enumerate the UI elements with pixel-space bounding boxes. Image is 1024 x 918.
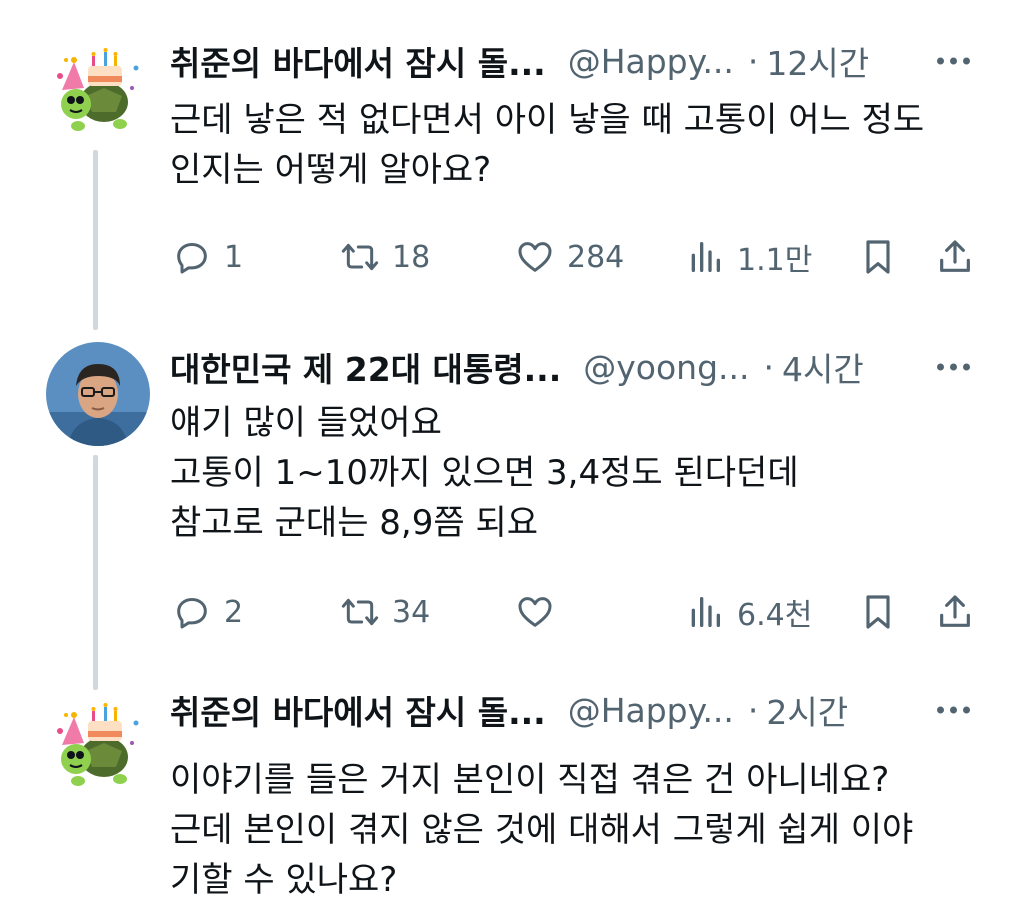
separator-dot: · (747, 41, 759, 81)
views-count: 1.1만 (737, 243, 813, 278)
separator-dot: · (747, 690, 759, 730)
reply-thread: 취준의 바다에서 잠시 돌... @Happy... · 12시간 근데 낳은 … (0, 0, 1024, 918)
thread-connector-line (93, 150, 98, 330)
tweet-text: 근데 낳은 적 없다면서 아이 낳을 때 고통이 어느 정도 인지는 어떻게 알… (170, 95, 984, 195)
like-count: 284 (567, 239, 625, 275)
timestamp[interactable]: 2시간 (766, 686, 848, 734)
like-button[interactable] (515, 587, 555, 637)
tweet-text: 이야기를 들은 거지 본인이 직접 겪은 건 아니네요? 근데 본인이 겪지 않… (170, 755, 984, 905)
timestamp[interactable]: 12시간 (766, 37, 869, 85)
reply-count: 2 (224, 594, 244, 630)
tweet-3[interactable]: 취준의 바다에서 잠시 돌... @Happy... · 2시간 이야기를 들은… (0, 685, 1024, 918)
bookmark-button[interactable] (858, 232, 898, 282)
retweet-arrows-icon (341, 598, 379, 626)
user-handle[interactable]: @yoong... (583, 348, 749, 387)
avatar[interactable] (46, 38, 150, 142)
like-button[interactable]: 284 (515, 232, 624, 282)
share-button[interactable] (935, 232, 975, 282)
bookmark-icon (866, 240, 890, 274)
tweet-2[interactable]: 대한민국 제 22대 대통령... @yoong... · 4시간 얘기 많이 … (0, 330, 1024, 690)
bookmark-icon (866, 595, 890, 629)
tweet-text-line: 고통이 1~10까지 있으면 3,4정도 된다던데 (170, 453, 799, 493)
retweet-button[interactable]: 18 (340, 232, 430, 282)
retweet-arrows-icon (341, 243, 379, 271)
views-bar-chart-icon (691, 597, 720, 627)
views-button[interactable]: 1.1만 (685, 232, 812, 282)
share-upload-icon (940, 240, 970, 272)
tweet-1[interactable]: 취준의 바다에서 잠시 돌... @Happy... · 12시간 근데 낳은 … (0, 0, 1024, 330)
heart-icon (518, 242, 552, 272)
tweet-text: 얘기 많이 들었어요 고통이 1~10까지 있으면 3,4정도 된다던데 참고로… (170, 398, 984, 548)
reply-count: 1 (224, 239, 244, 275)
thread-connector-line (93, 455, 98, 690)
views-bar-chart-icon (691, 242, 720, 272)
tweet-header: 취준의 바다에서 잠시 돌... @Happy... · 2시간 (170, 685, 1024, 735)
reply-button[interactable]: 2 (172, 587, 243, 637)
user-handle[interactable]: @Happy... (568, 691, 734, 730)
action-bar: 1 18 284 1.1만 (170, 232, 984, 282)
tweet-header: 취준의 바다에서 잠시 돌... @Happy... · 12시간 (170, 36, 1024, 86)
tweet-text-line: 기할 수 있나요? (170, 860, 398, 900)
action-bar: 2 34 6.4천 (170, 587, 984, 637)
tweet-header: 대한민국 제 22대 대통령... @yoong... · 4시간 (170, 342, 1024, 392)
separator-dot: · (763, 347, 775, 387)
tweet-text-line: 이야기를 들은 거지 본인이 직접 겪은 건 아니네요? (170, 760, 890, 800)
avatar[interactable] (46, 693, 150, 797)
share-upload-icon (940, 595, 970, 627)
tweet-text-line: 근데 낳은 적 없다면서 아이 낳을 때 고통이 어느 정도 (170, 100, 925, 140)
reply-bubble-icon (177, 243, 207, 274)
user-handle[interactable]: @Happy... (568, 42, 734, 81)
display-name[interactable]: 대한민국 제 22대 대통령... (170, 343, 561, 391)
timestamp[interactable]: 4시간 (782, 343, 864, 391)
display-name[interactable]: 취준의 바다에서 잠시 돌... (170, 37, 546, 85)
tweet-text-line: 얘기 많이 들었어요 (170, 403, 442, 443)
retweet-count: 18 (392, 239, 431, 275)
retweet-count: 34 (392, 594, 431, 630)
tweet-text-line: 근데 본인이 겪지 않은 것에 대해서 그렇게 쉽게 이야 (170, 810, 914, 850)
share-button[interactable] (935, 587, 975, 637)
more-dots-icon[interactable] (937, 706, 970, 714)
display-name[interactable]: 취준의 바다에서 잠시 돌... (170, 686, 546, 734)
heart-icon (518, 597, 552, 627)
tweet-text-line: 참고로 군대는 8,9쯤 되요 (170, 503, 539, 543)
views-count: 6.4천 (737, 598, 813, 633)
views-button[interactable]: 6.4천 (685, 587, 812, 637)
bookmark-button[interactable] (858, 587, 898, 637)
tweet-text-line: 인지는 어떻게 알아요? (170, 150, 492, 190)
more-dots-icon[interactable] (937, 57, 970, 65)
retweet-button[interactable]: 34 (340, 587, 430, 637)
reply-bubble-icon (177, 598, 207, 629)
reply-button[interactable]: 1 (172, 232, 243, 282)
avatar[interactable] (46, 342, 150, 446)
more-dots-icon[interactable] (937, 363, 970, 371)
